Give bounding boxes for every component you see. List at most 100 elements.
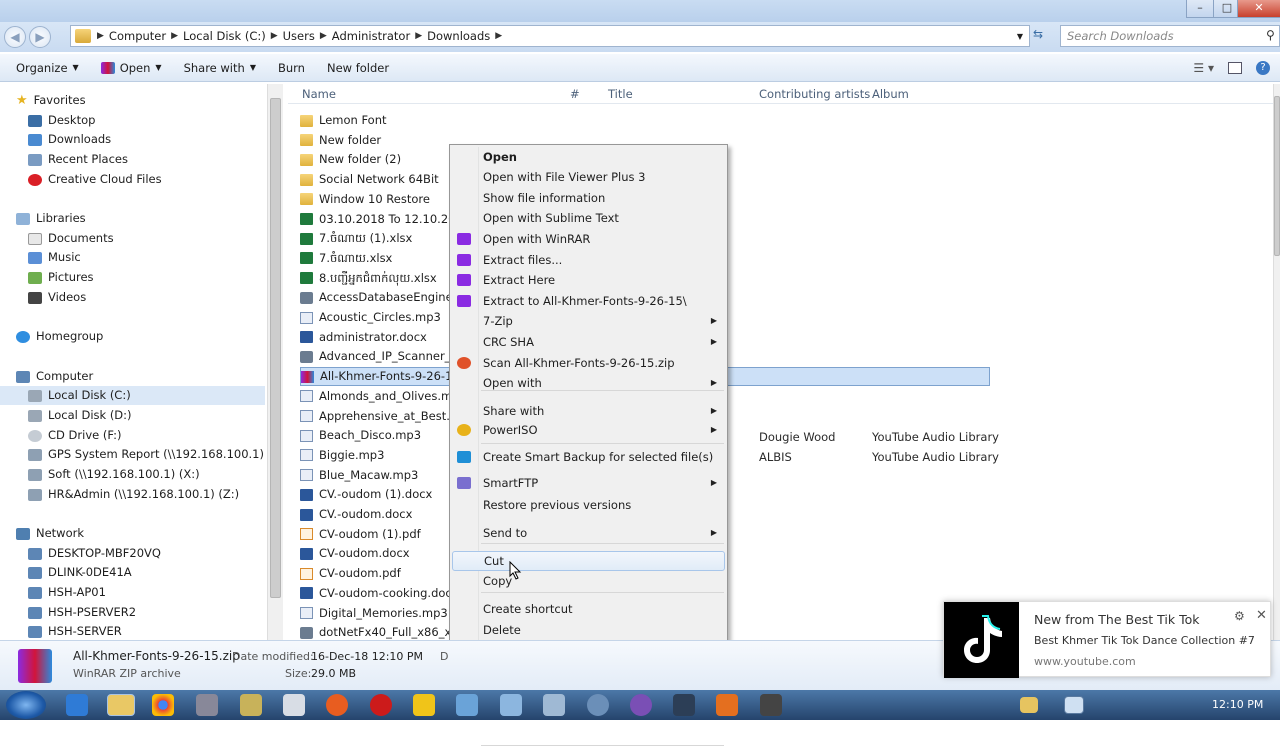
nav-hsh-pserver2[interactable]: HSH-PSERVER2: [28, 603, 136, 622]
column-album[interactable]: Album: [872, 87, 909, 101]
file-row[interactable]: CV-oudom.docx: [300, 544, 450, 563]
file-row[interactable]: Acoustic_Circles.mp3: [300, 308, 450, 327]
nav-soft[interactable]: Soft (\\192.168.100.1) (X:): [28, 465, 200, 484]
file-row[interactable]: 7.ចំណាយ.xlsx: [300, 249, 450, 268]
taskbar-clock[interactable]: 12:10 PM: [1212, 698, 1263, 711]
search-icon[interactable]: ⚲: [1266, 28, 1275, 42]
settings-gear-icon[interactable]: ⚙: [1234, 609, 1245, 623]
file-row[interactable]: New folder (2): [300, 150, 450, 169]
app-icon[interactable]: [283, 694, 305, 716]
app-icon[interactable]: [413, 694, 435, 716]
address-dropdown-icon[interactable]: ▼: [1017, 32, 1023, 41]
menu-item-extract-files[interactable]: Extract files...: [452, 250, 725, 270]
nav-pictures[interactable]: Pictures: [28, 268, 94, 287]
app-icon[interactable]: [760, 694, 782, 716]
app-icon[interactable]: [456, 694, 478, 716]
nav-hsh-ap01[interactable]: HSH-AP01: [28, 583, 106, 602]
file-row[interactable]: New folder: [300, 131, 450, 150]
tray-icon[interactable]: [1020, 697, 1038, 713]
column-contributing-artists[interactable]: Contributing artists: [759, 87, 870, 101]
nav-recent-places[interactable]: Recent Places: [28, 150, 128, 169]
app-icon[interactable]: [543, 694, 565, 716]
app-icon[interactable]: [587, 694, 609, 716]
nav-scrollbar-thumb[interactable]: [270, 98, 281, 598]
menu-item-show-file-information[interactable]: Show file information: [452, 188, 725, 208]
nav-hsh-server[interactable]: HSH-SERVER: [28, 622, 122, 640]
menu-item-7-zip[interactable]: 7-Zip ▶: [452, 311, 725, 331]
firefox-icon[interactable]: [326, 694, 348, 716]
menu-item-open[interactable]: Open: [452, 147, 725, 167]
start-button[interactable]: [6, 691, 46, 719]
menu-item-crc-sha[interactable]: CRC SHA ▶: [452, 332, 725, 352]
opera-icon[interactable]: [370, 694, 392, 716]
file-row[interactable]: CV-oudom-cooking.docx: [300, 584, 450, 603]
close-button[interactable]: ✕: [1237, 0, 1280, 18]
nav-downloads[interactable]: Downloads: [28, 130, 111, 149]
file-row[interactable]: administrator.docx: [300, 328, 450, 347]
nav-dlink[interactable]: DLINK-0DE41A: [28, 563, 132, 582]
file-row[interactable]: CV.-oudom (1).docx: [300, 485, 450, 504]
file-list-scrollbar-thumb[interactable]: [1274, 96, 1280, 256]
nav-documents[interactable]: Documents: [28, 229, 114, 248]
nav-desktop-mbf[interactable]: DESKTOP-MBF20VQ: [28, 544, 161, 563]
menu-item-open-with-sublime[interactable]: Open with Sublime Text: [452, 208, 725, 228]
menu-item-open-with-file-viewer[interactable]: Open with File Viewer Plus 3: [452, 167, 725, 187]
app-icon[interactable]: [500, 694, 522, 716]
file-row[interactable]: CV-oudom (1).pdf: [300, 525, 450, 544]
nav-creative-cloud[interactable]: Creative Cloud Files: [28, 170, 162, 189]
view-options-icon[interactable]: ☰ ▾: [1193, 61, 1214, 75]
menu-item-copy[interactable]: Copy: [452, 571, 725, 591]
nav-homegroup[interactable]: Homegroup: [16, 327, 103, 346]
column-number[interactable]: #: [570, 87, 580, 101]
app-icon[interactable]: [673, 694, 695, 716]
nav-local-disk-c[interactable]: Local Disk (C:): [0, 386, 265, 405]
column-title[interactable]: Title: [608, 87, 633, 101]
app-icon[interactable]: [716, 694, 738, 716]
file-row[interactable]: Almonds_and_Olives.mp3: [300, 387, 450, 406]
breadcrumb-users[interactable]: Users: [278, 29, 320, 43]
nav-libraries[interactable]: Libraries: [16, 209, 86, 228]
nav-computer[interactable]: Computer: [16, 367, 93, 386]
back-button[interactable]: ◀: [4, 26, 26, 48]
menu-item-extract-here[interactable]: Extract Here: [452, 270, 725, 290]
file-row[interactable]: Advanced_IP_Scanner_2.5: [300, 347, 450, 366]
breadcrumb-administrator[interactable]: Administrator: [327, 29, 415, 43]
breadcrumb-local-disk[interactable]: Local Disk (C:): [178, 29, 271, 43]
nav-local-disk-d[interactable]: Local Disk (D:): [28, 406, 132, 425]
help-icon[interactable]: ?: [1256, 60, 1270, 75]
menu-item-smartftp[interactable]: SmartFTP ▶: [452, 473, 725, 493]
menu-item-extract-to-folder[interactable]: Extract to All-Khmer-Fonts-9-26-15\: [452, 291, 725, 311]
app-icon[interactable]: [240, 694, 262, 716]
breadcrumb-downloads[interactable]: Downloads: [422, 29, 495, 43]
viber-icon[interactable]: [630, 694, 652, 716]
nav-network[interactable]: Network: [16, 524, 84, 543]
file-row[interactable]: Beach_Disco.mp3: [300, 426, 450, 445]
file-row[interactable]: CV-oudom.pdf: [300, 564, 450, 583]
menu-item-create-smart-backup[interactable]: Create Smart Backup for selected file(s): [452, 447, 725, 467]
file-list-scrollbar[interactable]: [1273, 84, 1280, 640]
app-icon[interactable]: [196, 694, 218, 716]
nav-music[interactable]: Music: [28, 248, 81, 267]
column-name[interactable]: Name: [302, 87, 336, 101]
refresh-icon[interactable]: ⇆: [1033, 27, 1043, 41]
menu-item-poweriso[interactable]: PowerISO ▶: [452, 420, 725, 440]
notification-toast[interactable]: New from The Best Tik Tok Best Khmer Tik…: [943, 601, 1271, 678]
forward-button[interactable]: ▶: [29, 26, 51, 48]
nav-videos[interactable]: Videos: [28, 288, 86, 307]
toast-close-icon[interactable]: ✕: [1256, 608, 1267, 623]
file-row[interactable]: Digital_Memories.mp3: [300, 604, 450, 623]
file-row[interactable]: CV.-oudom.docx: [300, 505, 450, 524]
menu-item-open-with-winrar[interactable]: Open with WinRAR: [452, 229, 725, 249]
file-row[interactable]: Blue_Macaw.mp3: [300, 466, 450, 485]
nav-favorites[interactable]: ★ Favorites: [16, 91, 86, 110]
file-row[interactable]: 8.បញ្ជីអ្នកជំពាក់លុយ.xlsx: [300, 269, 450, 288]
menu-item-create-shortcut[interactable]: Create shortcut: [452, 599, 725, 619]
nav-hr-admin[interactable]: HR&Admin (\\192.168.100.1) (Z:): [28, 485, 239, 504]
menu-item-delete[interactable]: Delete: [452, 620, 725, 640]
file-row[interactable]: Window 10 Restore: [300, 190, 450, 209]
file-row[interactable]: 7.ចំណាយ (1).xlsx: [300, 229, 450, 248]
nav-gps-report[interactable]: GPS System Report (\\192.168.100.1) (R:): [28, 445, 267, 464]
open-button[interactable]: Open ▼: [90, 61, 173, 75]
menu-item-share-with[interactable]: Share with ▶: [452, 401, 725, 421]
chrome-icon[interactable]: [152, 694, 174, 716]
